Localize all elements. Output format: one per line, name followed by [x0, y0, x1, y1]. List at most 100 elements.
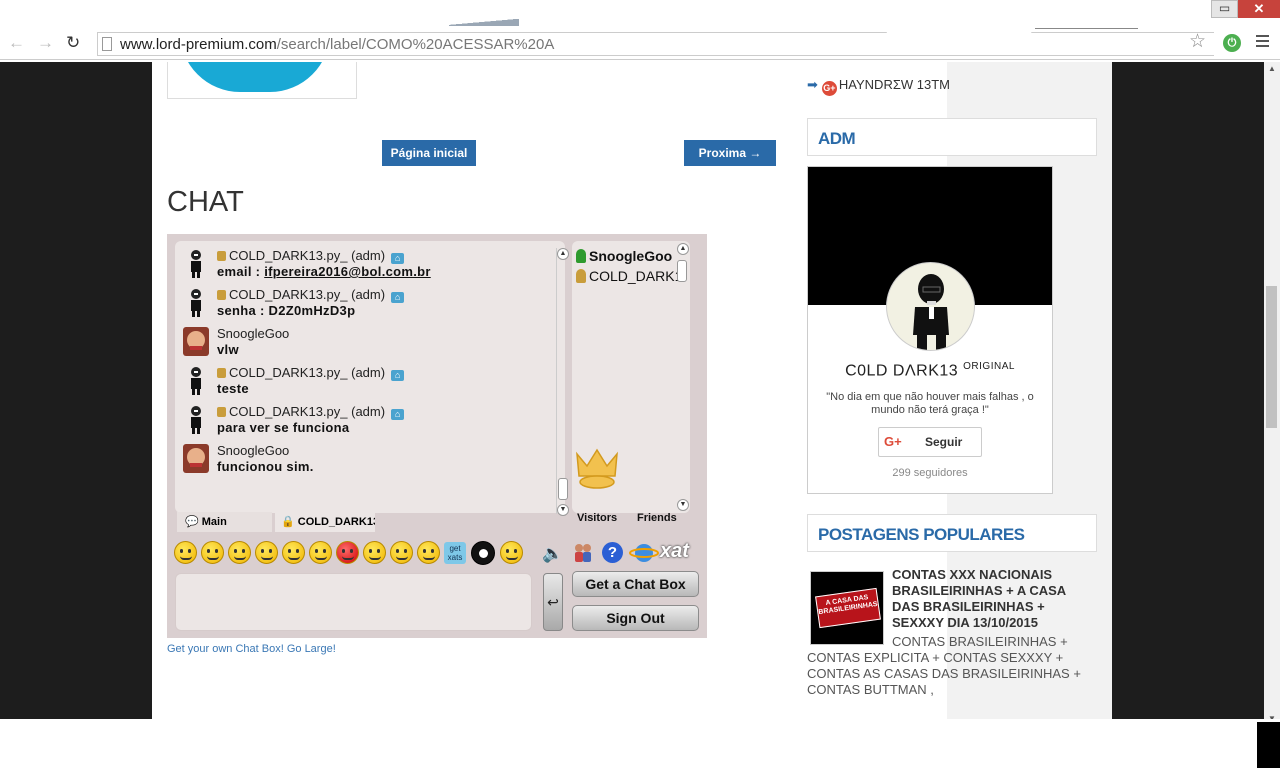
message-input[interactable]: [175, 573, 532, 631]
widget-title-popular: POSTAGENS POPULARES: [807, 514, 1097, 552]
page-scrollbar[interactable]: ▲ ▼: [1264, 62, 1280, 727]
shirt-image: [180, 62, 330, 92]
smiley-icon[interactable]: [201, 541, 224, 564]
forward-icon[interactable]: →: [37, 33, 54, 53]
lock-icon: [217, 251, 226, 261]
help-icon[interactable]: ?: [602, 542, 623, 563]
message-text: para ver se funciona: [217, 420, 350, 435]
browser-window: Página inicial Proxima → CHAT COLD_DARK1…: [0, 0, 1280, 768]
popular-post-snippet: CONTAS BRASILEIRINHAS + CONTAS EXPLICITA…: [807, 634, 1081, 697]
smiley-icon[interactable]: [255, 541, 278, 564]
address-bar[interactable]: www.lord-premium.com/search/label/COMO%2…: [97, 32, 1214, 56]
tab-friends[interactable]: Friends: [637, 512, 677, 524]
menu-icon[interactable]: [1256, 35, 1269, 50]
home-icon[interactable]: ⌂: [391, 409, 405, 420]
tab-shape: [449, 16, 519, 26]
chat-footer-link[interactable]: Get your own Chat Box! Go Large!: [167, 643, 336, 655]
profile-name[interactable]: C0LD DΛRK13 ORIGINAL: [808, 361, 1052, 380]
get-chat-box-button[interactable]: Get a Chat Box: [572, 571, 699, 597]
page-icon: [102, 37, 112, 51]
email-link[interactable]: ifpereira2016@bol.com.br: [264, 264, 431, 279]
reload-icon[interactable]: ↻: [66, 33, 80, 53]
message-author[interactable]: SnoogleGoo: [217, 326, 289, 341]
send-icon[interactable]: ↩: [543, 573, 563, 631]
sign-out-button[interactable]: Sign Out: [572, 605, 699, 631]
scroll-thumb[interactable]: [677, 260, 687, 282]
smiley-icon[interactable]: [336, 541, 359, 564]
follow-button[interactable]: G+ Seguir: [878, 427, 982, 457]
chat-message: COLD_DARK13.py_ (adm) ⌂ email : ifpereira…: [175, 244, 550, 282]
minimize-button[interactable]: ▭: [1211, 0, 1238, 18]
message-author[interactable]: COLD_DARK13.py_ (adm) ⌂: [217, 287, 405, 303]
smiley-icon[interactable]: [174, 541, 197, 564]
smiley-icon[interactable]: [500, 541, 523, 564]
message-list: COLD_DARK13.py_ (adm) ⌂ email : ifpereira…: [175, 241, 569, 516]
smiley-icon[interactable]: [417, 541, 440, 564]
eight-ball-icon[interactable]: [471, 541, 495, 565]
next-page-button[interactable]: Proxima →: [684, 140, 776, 166]
post-thumbnail[interactable]: [167, 62, 357, 99]
chat-message: COLD_DARK13.py_ (adm) ⌂ para ver se funci…: [175, 400, 550, 438]
message-scrollbar[interactable]: ▲ ▼: [556, 248, 569, 516]
chat-message: SnoogleGoo funcionou sim.: [175, 439, 550, 477]
smiley-icon[interactable]: [228, 541, 251, 564]
speaker-icon[interactable]: 🔈: [542, 544, 563, 564]
smiley-icon[interactable]: [309, 541, 332, 564]
chat-message: COLD_DARK13.py_ (adm) ⌂ teste: [175, 361, 550, 399]
scroll-up-icon[interactable]: ▲: [1264, 64, 1280, 73]
popular-post-title[interactable]: CONTAS XXX NACIONAIS BRASILEIRINHAS + A …: [892, 567, 1082, 631]
back-icon[interactable]: ←: [8, 33, 25, 53]
message-author[interactable]: COLD_DARK13.py_ (adm) ⌂: [217, 365, 405, 381]
extension-icon[interactable]: ⏻: [1223, 34, 1241, 52]
scroll-up-icon[interactable]: ▲: [677, 243, 689, 255]
user-item[interactable]: SnoogleGoo: [576, 248, 672, 264]
crown-icon: [576, 448, 618, 489]
thumbnail-logo: A CASA DAS BRASILEIRINHAS: [815, 587, 881, 629]
profile-avatar[interactable]: [886, 262, 975, 351]
tab-divider: [1035, 28, 1138, 29]
tab-visitors[interactable]: Visitors: [577, 512, 617, 524]
user-scrollbar[interactable]: ▲ ▼: [677, 243, 689, 511]
message-author[interactable]: COLD_DARK13.py_ (adm) ⌂: [217, 404, 405, 420]
smiley-icon[interactable]: [282, 541, 305, 564]
close-button[interactable]: ✕: [1238, 0, 1280, 18]
home-icon[interactable]: ⌂: [391, 253, 405, 264]
scroll-thumb[interactable]: [1266, 286, 1277, 428]
scroll-down-icon[interactable]: ▼: [677, 499, 689, 511]
smiley-bar: get xats: [174, 541, 534, 567]
xat-logo[interactable]: xat: [660, 540, 689, 563]
message-text: funcionou sim.: [217, 459, 314, 474]
users-icon[interactable]: [572, 542, 594, 564]
star-icon[interactable]: ☆: [1189, 30, 1206, 53]
profile-quote: "No dia em que não houver mais falhas , …: [826, 391, 1034, 416]
avatar: [191, 406, 201, 434]
xat-planet-icon[interactable]: [629, 542, 659, 564]
avatar: [183, 444, 209, 473]
home-page-button[interactable]: Página inicial: [382, 140, 476, 166]
user-item[interactable]: COLD_DARK1: [576, 268, 682, 284]
home-icon[interactable]: ⌂: [391, 292, 405, 303]
tab-main[interactable]: 💬 Main: [177, 512, 272, 532]
redaction-mask: [884, 0, 1034, 44]
get-xats-icon[interactable]: get xats: [444, 542, 466, 564]
taskbar-area: [0, 719, 1280, 768]
smiley-icon[interactable]: [363, 541, 386, 564]
message-author[interactable]: COLD_DARK13.py_ (adm) ⌂: [217, 248, 405, 264]
scroll-up-icon[interactable]: ▲: [557, 248, 569, 260]
scroll-down-icon[interactable]: ▼: [557, 504, 569, 516]
google-plus-profile-card: C0LD DΛRK13 ORIGINAL "No dia em que não …: [807, 166, 1053, 494]
follower-link[interactable]: ➡ G+ HAYNDRΣW 13TM: [807, 77, 950, 96]
lock-icon: [217, 290, 226, 300]
smiley-icon[interactable]: [390, 541, 413, 564]
lock-icon: [217, 368, 226, 378]
home-icon[interactable]: ⌂: [391, 370, 405, 381]
scroll-thumb[interactable]: [558, 478, 568, 500]
user-status-icon: [576, 269, 586, 283]
tab-private-chat[interactable]: 🔒 COLD_DARK13: [275, 512, 375, 532]
google-plus-icon: G+: [821, 81, 837, 96]
arrow-icon: ➡: [807, 77, 818, 92]
message-author[interactable]: SnoogleGoo: [217, 443, 289, 458]
chat-message: SnoogleGoo vlw: [175, 322, 550, 360]
taskbar-corner: [1257, 722, 1280, 768]
user-list: SnoogleGoo COLD_DARK1 ▲ ▼: [572, 241, 690, 513]
